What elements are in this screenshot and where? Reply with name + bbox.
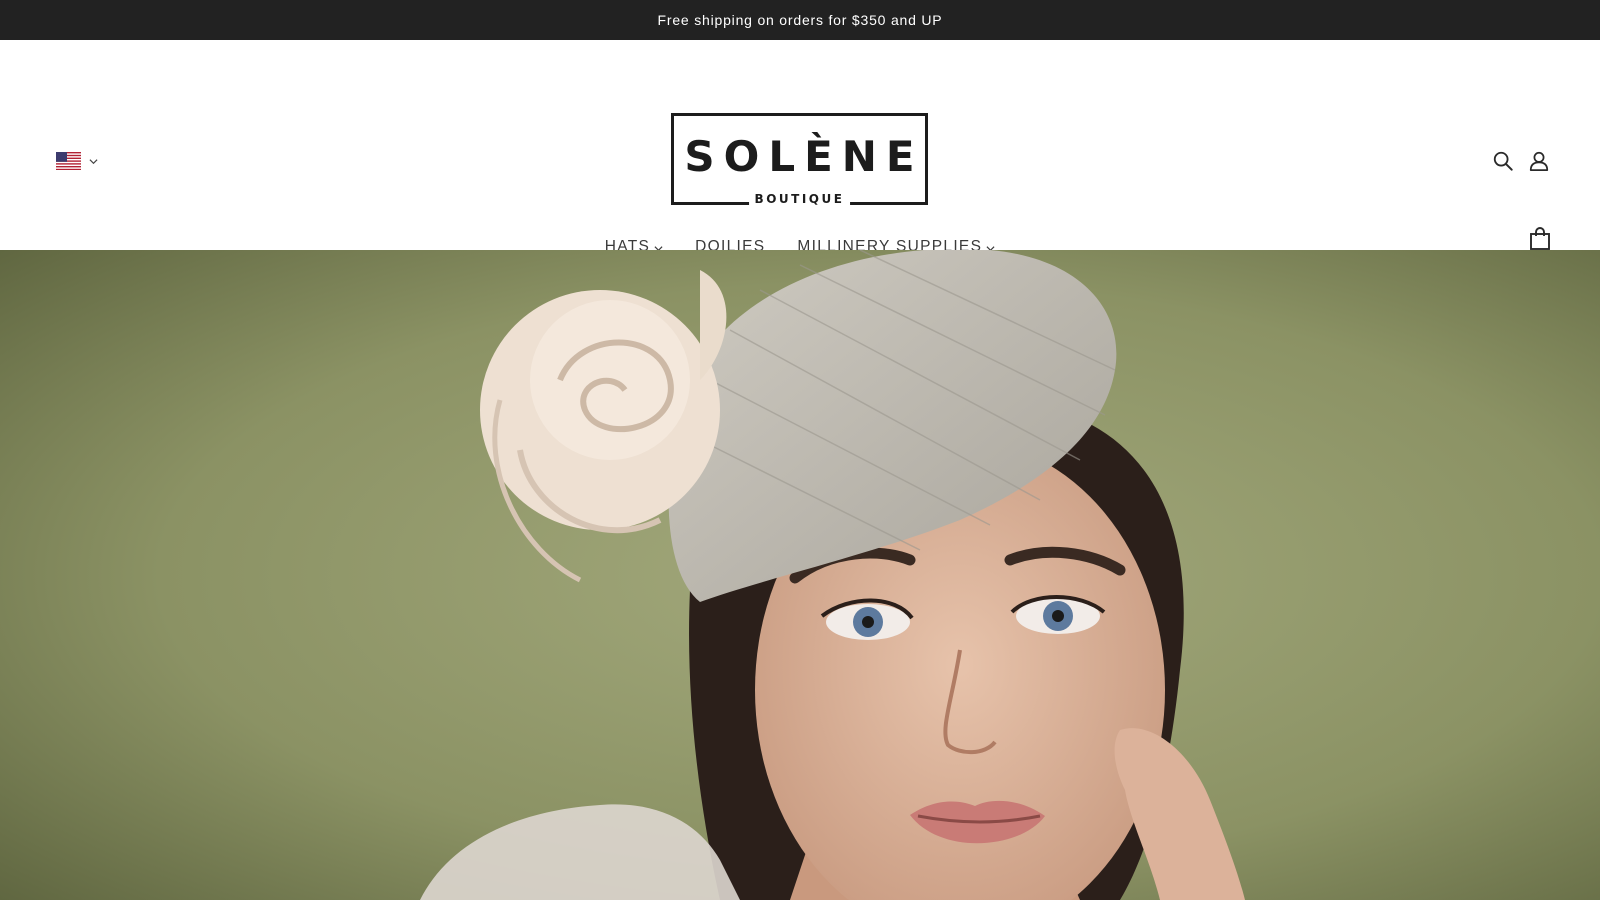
announcement-text: Free shipping on orders for $350 and UP [657, 12, 943, 28]
hero-banner[interactable] [0, 250, 1600, 900]
search-icon[interactable] [1492, 150, 1514, 172]
us-flag-icon [56, 152, 81, 170]
country-selector[interactable] [56, 152, 98, 170]
logo-wordmark: SOLÈNE [684, 132, 924, 181]
announcement-bar: Free shipping on orders for $350 and UP [0, 0, 1600, 40]
header-actions [1492, 150, 1550, 172]
site-logo[interactable]: SOLÈNE BOUTIQUE [671, 113, 928, 206]
hero-image [0, 250, 1600, 900]
logo-subtitle: BOUTIQUE [748, 192, 851, 206]
user-icon[interactable] [1528, 150, 1550, 172]
site-header: SOLÈNE BOUTIQUE HATS DOILIES MILLINERY S… [0, 40, 1600, 255]
chevron-down-icon [89, 158, 98, 164]
